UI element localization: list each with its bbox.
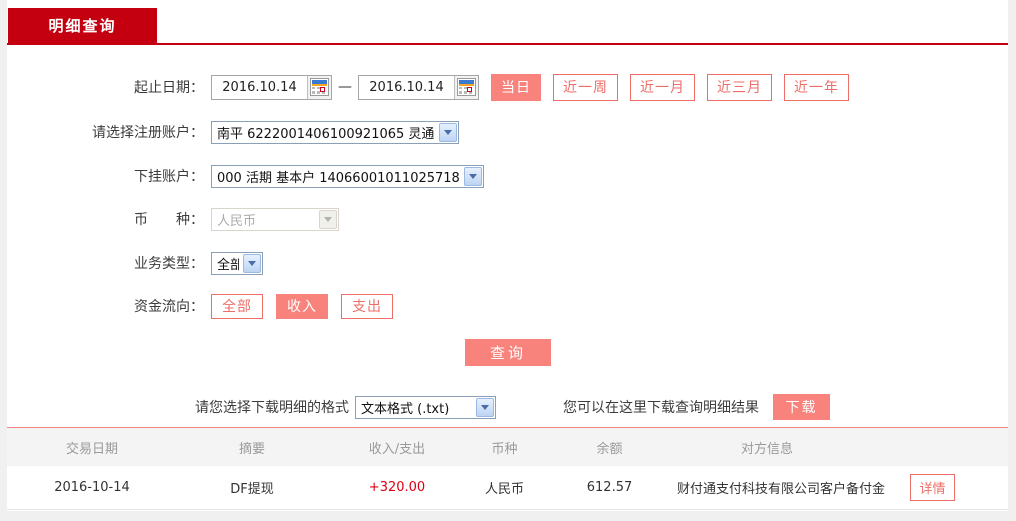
chevron-down-icon[interactable] xyxy=(243,253,261,273)
currency-value: 人民币 xyxy=(217,213,257,229)
quick-range-3months-button[interactable]: 近三月 xyxy=(707,73,772,101)
end-date-input[interactable]: 2016.10.14 xyxy=(358,74,479,100)
business-type-value: 全部 xyxy=(217,257,239,273)
download-hint-text: 您可以在这里下载查询明细结果 xyxy=(563,400,759,416)
end-date-value[interactable]: 2016.10.14 xyxy=(359,76,454,99)
cell-amount: +320.00 xyxy=(368,480,426,495)
download-format-label: 请您选择下载明细的格式 xyxy=(195,400,349,416)
currency-select: 人民币 xyxy=(211,207,339,231)
fund-flow-all-button[interactable]: 全部 xyxy=(211,293,263,319)
table-row: 2016-10-14 DF提现 +320.00 人民币 612.57 财付通支付… xyxy=(7,466,1008,510)
header-income-expense: 收入/支出 xyxy=(368,441,426,457)
quick-range-today-button[interactable]: 当日 xyxy=(491,73,541,101)
sub-account-row: 下挂账户： 000 活期 基本户 1406600101102571848 xyxy=(7,163,1008,189)
cell-balance: 612.57 xyxy=(586,480,633,495)
download-format-value: 文本格式 (.txt) xyxy=(361,401,450,417)
start-date-input[interactable]: 2016.10.14 xyxy=(211,74,332,100)
quick-range-year-button[interactable]: 近一年 xyxy=(784,73,849,101)
header-counterparty: 对方信息 xyxy=(740,441,793,457)
currency-row: 币 种： 人民币 xyxy=(7,206,1008,232)
content-panel: 明细查询 起止日期： 2016.10.14 — 2016.10.14 当日 近一… xyxy=(7,0,1008,511)
calendar-icon xyxy=(310,78,329,96)
detail-button[interactable]: 详情 xyxy=(910,474,955,501)
start-date-calendar-button[interactable] xyxy=(307,75,331,99)
end-date-calendar-button[interactable] xyxy=(454,75,478,99)
business-type-label: 业务类型： xyxy=(134,256,204,272)
calendar-icon xyxy=(457,78,476,96)
download-button[interactable]: 下载 xyxy=(773,394,830,420)
sub-account-label: 下挂账户： xyxy=(134,169,204,185)
download-row: 请您选择下载明细的格式 文本格式 (.txt) 您可以在这里下载查询明细结果 下… xyxy=(7,394,1008,420)
header-summary: 摘要 xyxy=(238,441,265,457)
register-account-label: 请选择注册账户： xyxy=(92,125,204,141)
cell-currency: 人民币 xyxy=(484,482,524,497)
tab-detail-query[interactable]: 明细查询 xyxy=(8,8,157,43)
chevron-down-icon xyxy=(319,209,337,229)
chevron-down-icon[interactable] xyxy=(476,397,494,417)
header-balance: 余额 xyxy=(596,441,623,457)
fund-flow-row: 资金流向： 全部 收入 支出 xyxy=(7,293,1008,319)
business-type-row: 业务类型： 全部 xyxy=(7,250,1008,276)
sub-account-select[interactable]: 000 活期 基本户 1406600101102571848 xyxy=(211,164,484,188)
fund-flow-label: 资金流向： xyxy=(134,299,204,315)
header-trade-date: 交易日期 xyxy=(65,441,118,457)
quick-range-month-button[interactable]: 近一月 xyxy=(630,73,695,101)
date-range-row: 起止日期： 2016.10.14 — 2016.10.14 当日 近一周 近一月 xyxy=(7,73,1008,101)
cell-counterparty: 财付通支付科技有限公司客户备付金 xyxy=(677,482,886,497)
register-account-select[interactable]: 南平 6222001406100921065 灵通卡 xyxy=(211,120,459,144)
chevron-down-icon[interactable] xyxy=(464,166,482,186)
tab-underline xyxy=(7,43,1008,45)
download-format-select[interactable]: 文本格式 (.txt) xyxy=(355,395,496,419)
header-currency: 币种 xyxy=(491,441,518,457)
register-account-value: 南平 6222001406100921065 灵通卡 xyxy=(217,126,435,142)
date-range-label: 起止日期： xyxy=(134,80,204,96)
cell-summary: DF提现 xyxy=(230,482,274,497)
business-type-select[interactable]: 全部 xyxy=(211,251,263,275)
table-header-row: 交易日期 摘要 收入/支出 币种 余额 对方信息 xyxy=(7,428,1008,466)
fund-flow-expense-button[interactable]: 支出 xyxy=(341,293,393,319)
cell-trade-date: 2016-10-14 xyxy=(54,480,130,495)
query-button[interactable]: 查询 xyxy=(465,339,551,366)
chevron-down-icon[interactable] xyxy=(439,122,457,142)
sub-account-value: 000 活期 基本户 1406600101102571848 xyxy=(217,170,460,186)
currency-label: 币 种： xyxy=(134,212,204,228)
quick-range-week-button[interactable]: 近一周 xyxy=(553,73,618,101)
date-range-separator: — xyxy=(338,79,352,95)
start-date-value[interactable]: 2016.10.14 xyxy=(212,76,307,99)
fund-flow-income-button[interactable]: 收入 xyxy=(276,293,328,319)
register-account-row: 请选择注册账户： 南平 6222001406100921065 灵通卡 xyxy=(7,119,1008,145)
